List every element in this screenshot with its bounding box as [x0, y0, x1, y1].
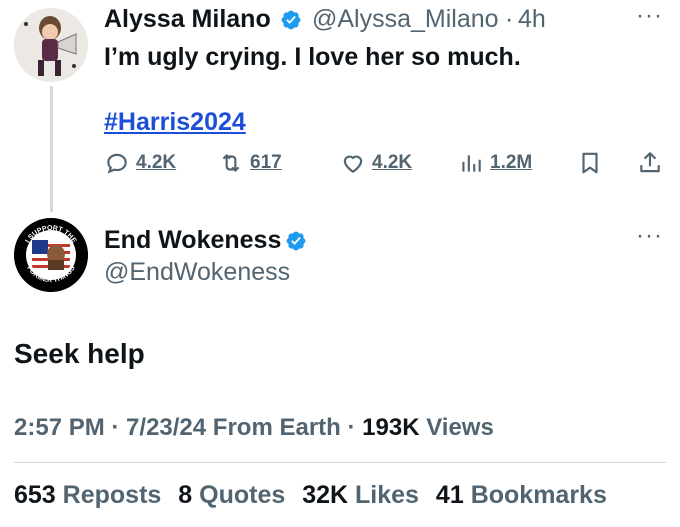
reply-icon [107, 153, 127, 174]
tweet1-time[interactable]: 4h [518, 5, 546, 34]
tweet2-text: Seek help [14, 338, 145, 369]
quotes-count: 8 [178, 481, 193, 509]
tweet1-display-name[interactable]: Alyssa Milano [104, 5, 271, 34]
like-button[interactable]: 4.2K [340, 148, 412, 178]
reply-button[interactable]: 4.2K [104, 148, 176, 178]
avatar-end-wokeness[interactable]: I SUPPORT THE FORMER THINGS [14, 218, 88, 292]
likes-label: Likes [355, 481, 419, 509]
views-icon [462, 155, 481, 172]
tweet2-display-name[interactable]: End Wokeness [104, 226, 281, 255]
avatar-badge: I SUPPORT THE FORMER THINGS [14, 218, 88, 292]
reposts-label: Reposts [62, 481, 162, 509]
verified-icon [286, 231, 306, 251]
tweet2-handle[interactable]: @EndWokeness [104, 258, 290, 287]
divider [14, 462, 666, 463]
more-icon[interactable]: ··· [636, 2, 663, 30]
like-count: 4.2K [372, 152, 413, 173]
separator-dot: · [111, 414, 120, 441]
engagement-stats: 653 Reposts 8 Quotes 32K Likes 41 Bookma… [14, 481, 607, 510]
tweet2-views-label: Views [426, 414, 494, 441]
tweet1-handle[interactable]: @Alyssa_Milano [312, 5, 499, 34]
repost-button[interactable]: 617 [218, 148, 282, 178]
quotes-stat[interactable]: 8 Quotes [178, 481, 285, 509]
bookmarks-stat[interactable]: 41 Bookmarks [436, 481, 607, 509]
like-icon [343, 155, 363, 173]
reposts-stat[interactable]: 653 Reposts [14, 481, 161, 509]
avatar-illustration [14, 8, 88, 82]
tweet1-text: I’m ugly crying. I love her so much. [104, 43, 521, 71]
tweet2-time[interactable]: 2:57 PM [14, 414, 105, 441]
share-button[interactable] [637, 148, 663, 178]
bookmarks-count: 41 [435, 481, 464, 509]
reply-count: 4.2K [136, 152, 177, 173]
separator-dot: · [347, 414, 356, 441]
bookmarks-label: Bookmarks [470, 481, 607, 509]
views-button[interactable]: 1.2M [458, 148, 532, 178]
likes-stat[interactable]: 32K Likes [302, 481, 419, 509]
verified-icon [281, 10, 301, 30]
tweet2-views-count: 193K [362, 414, 420, 441]
quotes-label: Quotes [199, 481, 286, 509]
hashtag-link[interactable]: #Harris2024 [104, 108, 246, 137]
repost-icon [222, 154, 240, 172]
avatar-alyssa-milano[interactable] [14, 8, 88, 82]
tweet2-date[interactable]: 7/23/24 [126, 414, 206, 441]
separator-dot: · [505, 5, 514, 33]
thread-line [50, 86, 53, 212]
tweet2-source: From Earth [212, 414, 341, 441]
reposts-count: 653 [14, 481, 56, 509]
share-icon [640, 152, 660, 173]
tweet2-meta: 2:57 PM · 7/23/24 From Earth · 193K View… [14, 414, 494, 442]
bookmark-icon [582, 152, 598, 174]
more-icon[interactable]: ··· [636, 222, 663, 250]
views-count: 1.2M [490, 152, 533, 173]
likes-count: 32K [302, 481, 349, 509]
repost-count: 617 [250, 152, 282, 173]
bookmark-button[interactable] [577, 148, 603, 178]
